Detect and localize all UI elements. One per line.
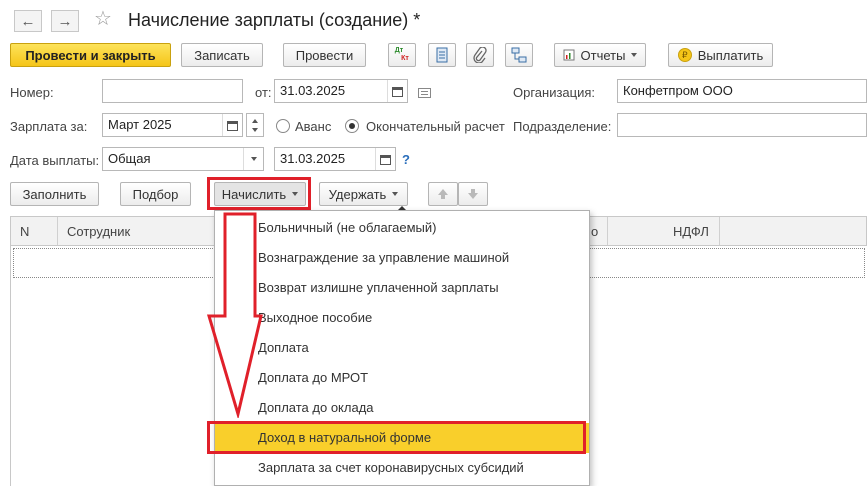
chevron-down-icon bbox=[392, 192, 399, 196]
pay-date-label: Дата выплаты: bbox=[10, 153, 100, 168]
stepper-up-icon[interactable] bbox=[252, 119, 258, 123]
arrow-right-icon: → bbox=[57, 12, 73, 30]
column-partial[interactable]: о bbox=[591, 224, 598, 239]
pay-button[interactable]: ₽ Выплатить bbox=[668, 43, 773, 67]
menu-item-car-compensation[interactable]: Вознаграждение за управление машиной bbox=[215, 243, 589, 273]
column-ndfl[interactable]: НДФЛ bbox=[673, 224, 709, 239]
pay-date-type-select[interactable]: Общая bbox=[102, 147, 264, 171]
document-date-input[interactable]: 31.03.2025 bbox=[274, 79, 408, 103]
salary-period-input[interactable]: Март 2025 bbox=[102, 113, 243, 137]
pay-date-input[interactable]: 31.03.2025 bbox=[274, 147, 396, 171]
organization-label: Организация: bbox=[513, 85, 596, 100]
attach-file-button[interactable] bbox=[466, 43, 494, 67]
annotation-arrow-icon bbox=[206, 212, 263, 418]
move-down-button[interactable] bbox=[458, 182, 488, 206]
column-employee[interactable]: Сотрудник bbox=[67, 224, 130, 239]
forward-button[interactable]: → bbox=[51, 10, 79, 32]
arrow-up-icon bbox=[438, 189, 448, 199]
comment-icon[interactable] bbox=[418, 86, 431, 101]
save-button[interactable]: Записать bbox=[181, 43, 263, 67]
division-input[interactable] bbox=[617, 113, 867, 137]
withhold-button[interactable]: Удержать bbox=[319, 182, 408, 206]
number-input[interactable] bbox=[102, 79, 243, 103]
annotation-frame-accrue bbox=[207, 177, 311, 210]
post-and-close-button[interactable]: Провести и закрыть bbox=[10, 43, 171, 67]
division-label: Подразделение: bbox=[513, 119, 612, 134]
help-icon[interactable]: ? bbox=[402, 152, 410, 167]
menu-item-overpayment-refund[interactable]: Возврат излишне уплаченной зарплаты bbox=[215, 273, 589, 303]
dt-label: Дт bbox=[394, 47, 404, 54]
arrow-left-icon: ← bbox=[20, 12, 36, 30]
favorite-star-icon[interactable]: ☆ bbox=[94, 8, 112, 30]
calendar-icon[interactable] bbox=[375, 148, 395, 170]
dt-kt-button[interactable]: Дт Кт bbox=[388, 43, 416, 67]
number-label: Номер: bbox=[10, 85, 54, 100]
column-number[interactable]: N bbox=[20, 224, 29, 239]
menu-item-surcharge-salary[interactable]: Доплата до оклада bbox=[215, 393, 589, 423]
period-stepper[interactable] bbox=[246, 113, 264, 137]
advance-radio[interactable] bbox=[276, 119, 290, 133]
chevron-down-icon[interactable] bbox=[243, 148, 263, 170]
page-title: Начисление зарплаты (создание) * bbox=[128, 10, 421, 30]
pay-date-type-value: Общая bbox=[108, 151, 151, 166]
menu-item-surcharge-mrot[interactable]: Доплата до МРОТ bbox=[215, 363, 589, 393]
post-button[interactable]: Провести bbox=[283, 43, 366, 67]
kt-label: Кт bbox=[401, 55, 409, 62]
pay-date-value: 31.03.2025 bbox=[280, 151, 346, 166]
document-stack-icon bbox=[436, 47, 448, 63]
menu-item-surcharge[interactable]: Доплата bbox=[215, 333, 589, 363]
menu-item-sick-leave[interactable]: Больничный (не облагаемый) bbox=[215, 213, 589, 243]
final-settlement-label[interactable]: Окончательный расчет bbox=[366, 119, 505, 134]
final-settlement-radio[interactable] bbox=[345, 119, 359, 133]
advance-label[interactable]: Аванс bbox=[295, 119, 331, 134]
calendar-icon[interactable] bbox=[222, 114, 242, 136]
calendar-icon[interactable] bbox=[387, 80, 407, 102]
chevron-down-icon bbox=[631, 53, 638, 57]
arrow-down-icon bbox=[468, 189, 478, 199]
stepper-down-icon[interactable] bbox=[252, 128, 258, 132]
document-date-value: 31.03.2025 bbox=[280, 83, 346, 98]
move-up-button[interactable] bbox=[428, 182, 458, 206]
annotation-frame-income-in-kind bbox=[207, 421, 586, 454]
withhold-label: Удержать bbox=[328, 186, 387, 202]
reports-button[interactable]: Отчеты bbox=[554, 43, 646, 67]
pay-label: Выплатить bbox=[697, 47, 764, 63]
date-from-label: от: bbox=[255, 85, 272, 100]
structure-button[interactable] bbox=[505, 43, 533, 67]
organization-input[interactable]: Конфетпром ООО bbox=[617, 79, 867, 103]
coin-icon: ₽ bbox=[677, 48, 692, 62]
menu-item-severance[interactable]: Выходное пособие bbox=[215, 303, 589, 333]
menu-item-covid-subsidy-salary[interactable]: Зарплата за счет коронавирусных субсидий bbox=[215, 453, 589, 483]
salary-for-label: Зарплата за: bbox=[10, 119, 88, 134]
paperclip-icon bbox=[473, 47, 487, 63]
fill-button[interactable]: Заполнить bbox=[10, 182, 99, 206]
reports-label: Отчеты bbox=[580, 47, 626, 63]
back-button[interactable]: ← bbox=[14, 10, 42, 32]
salary-period-value: Март 2025 bbox=[108, 117, 172, 132]
report-icon bbox=[563, 49, 575, 61]
select-button[interactable]: Подбор bbox=[120, 182, 191, 206]
hierarchy-icon bbox=[511, 47, 527, 63]
document-list-button[interactable] bbox=[428, 43, 456, 67]
